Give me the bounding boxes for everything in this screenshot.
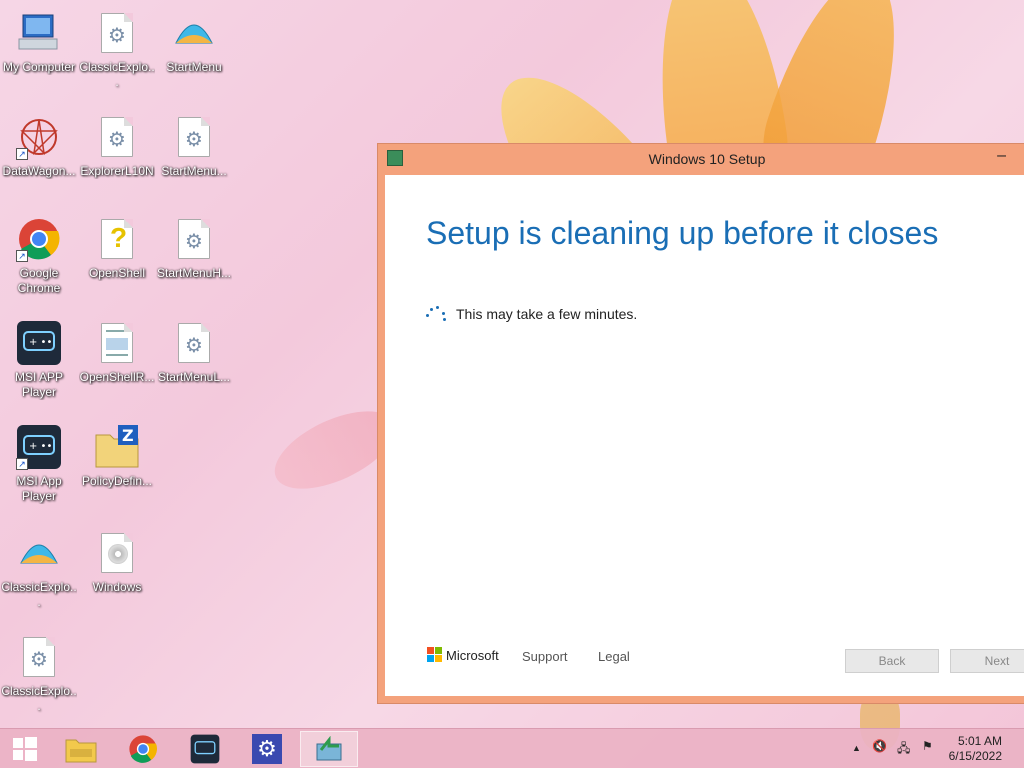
computer-icon	[16, 10, 62, 56]
shell-icon	[16, 530, 62, 576]
taskbar-msi-app-player[interactable]	[176, 731, 234, 767]
desktop-icon-startmenul[interactable]: ⚙ StartMenuL...	[156, 320, 232, 385]
legal-link[interactable]: Legal	[598, 649, 630, 664]
svg-text:Z: Z	[122, 426, 134, 445]
folder-icon	[65, 739, 97, 763]
start-button[interactable]	[0, 731, 50, 767]
setup-app-icon	[316, 736, 342, 761]
svg-text:+ ••: + ••	[29, 337, 52, 348]
shortcut-arrow-icon: ↗	[16, 148, 28, 160]
volume-muted-icon[interactable]: 🔇	[872, 739, 887, 753]
desktop-icon-msi-app-player[interactable]: + •• MSI APP Player	[1, 320, 77, 400]
desktop-icon-classicexplorer-3[interactable]: ⚙ ClassicExplo...	[1, 634, 77, 714]
desktop-icon-startmenu-2[interactable]: ⚙ StartMenu...	[156, 114, 232, 179]
shortcut-arrow-icon: ↗	[16, 250, 28, 262]
datawagon-icon: ↗	[16, 114, 62, 160]
windows-logo-icon	[13, 737, 37, 761]
help-file-icon: ?	[94, 216, 140, 262]
back-button[interactable]: Back	[845, 649, 939, 673]
shell-icon	[171, 10, 217, 56]
next-button[interactable]: Next	[950, 649, 1024, 673]
loading-spinner-icon	[426, 306, 446, 321]
msi-app-player-icon: + •• ↗	[16, 424, 62, 470]
desktop-icon-startmenu[interactable]: StartMenu	[156, 10, 232, 75]
taskbar-chrome[interactable]	[114, 731, 172, 767]
system-clock[interactable]: 5:01 AM 6/15/2022	[949, 734, 1002, 764]
network-icon[interactable]: 🖧	[897, 739, 910, 760]
chrome-icon	[129, 735, 157, 763]
support-link[interactable]: Support	[522, 649, 568, 664]
setup-window[interactable]: Windows 10 Setup – Setup is cleaning up …	[377, 143, 1024, 704]
settings-file-icon: ⚙	[171, 320, 217, 366]
gear-icon: ⚙	[252, 734, 282, 764]
desktop-icon-explorerl10n[interactable]: ⚙ ExplorerL10N	[79, 114, 155, 179]
document-icon	[94, 320, 140, 366]
desktop-icon-classicexplorer[interactable]: ⚙ ClassicExplo...	[79, 10, 155, 90]
chrome-icon: ↗	[16, 216, 62, 262]
status-message: This may take a few minutes.	[456, 306, 638, 322]
settings-file-icon: ⚙	[94, 10, 140, 56]
taskbar-settings[interactable]: ⚙	[238, 731, 296, 767]
window-titlebar[interactable]: Windows 10 Setup –	[378, 144, 1024, 175]
svg-text:+ ••: + ••	[29, 441, 52, 452]
page-title: Setup is cleaning up before it closes	[426, 215, 939, 251]
desktop-icon-startmenuh[interactable]: ⚙ StartMenuH...	[156, 216, 232, 281]
settings-file-icon: ⚙	[171, 114, 217, 160]
desktop-icon-policydefinitions[interactable]: Z PolicyDefin...	[79, 424, 155, 489]
msi-app-player-icon	[190, 734, 220, 764]
window-content: Setup is cleaning up before it closes Th…	[385, 175, 1024, 696]
settings-file-icon: ⚙	[94, 114, 140, 160]
msi-app-player-icon: + ••	[16, 320, 62, 366]
desktop-icon-datawagon[interactable]: ↗ DataWagon...	[1, 114, 77, 179]
taskbar-file-explorer[interactable]	[52, 731, 110, 767]
desktop-icon-google-chrome[interactable]: ↗ Google Chrome	[1, 216, 77, 296]
minimize-button[interactable]: –	[997, 147, 1006, 165]
desktop-icon-classicexplorer-2[interactable]: ClassicExplo...	[1, 530, 77, 610]
clock-time: 5:01 AM	[957, 734, 1002, 748]
desktop-icon-my-computer[interactable]: My Computer	[1, 10, 77, 75]
shortcut-arrow-icon: ↗	[16, 458, 28, 470]
disc-file-icon	[94, 530, 140, 576]
taskbar-windows-setup[interactable]	[300, 731, 358, 767]
show-hidden-icons-button[interactable]: ▲	[852, 743, 861, 753]
clock-date: 6/15/2022	[948, 749, 1002, 763]
window-title: Windows 10 Setup	[648, 151, 766, 167]
desktop-icon-windows[interactable]: Windows	[79, 530, 155, 595]
settings-file-icon: ⚙	[171, 216, 217, 262]
settings-file-icon: ⚙	[16, 634, 62, 680]
taskbar: ⚙ ▲ 🔇 🖧 ⚑ 5:01 AM 6/15/2022	[0, 728, 1024, 768]
zip-folder-icon: Z	[94, 424, 140, 470]
desktop-icon-openshellr[interactable]: OpenShellR...	[79, 320, 155, 385]
microsoft-brand: Microsoft	[446, 648, 499, 663]
desktop-icon-msi-app-player-2[interactable]: + •• ↗ MSI App Player	[1, 424, 77, 504]
desktop-icon-openshell[interactable]: ? OpenShell	[79, 216, 155, 281]
action-center-icon[interactable]: ⚑	[922, 739, 933, 753]
microsoft-logo-icon	[427, 647, 443, 663]
